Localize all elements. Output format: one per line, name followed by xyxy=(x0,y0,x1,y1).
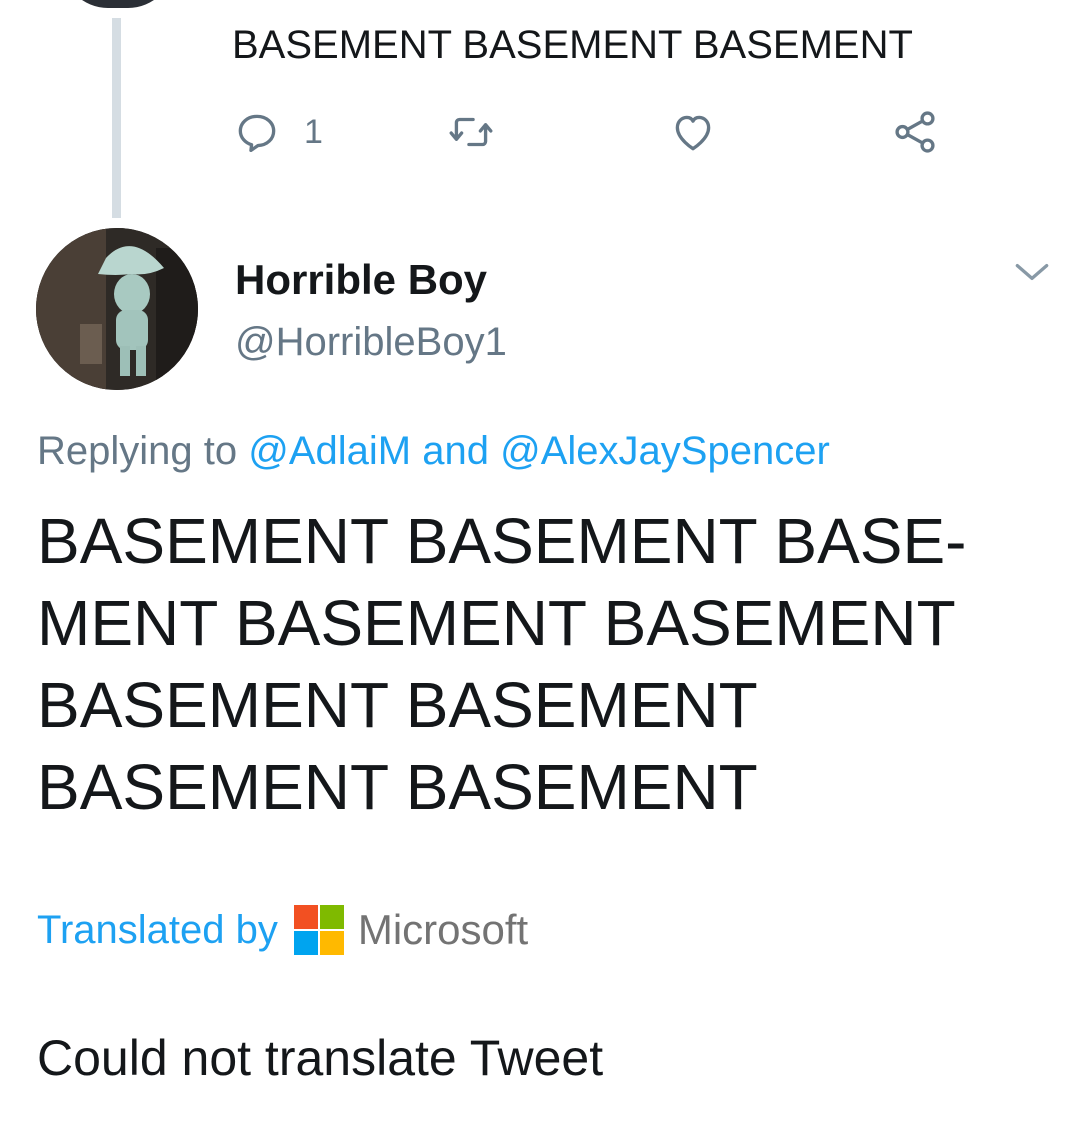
tweet-text-line: BASEMENT BASEMENT BASE- xyxy=(37,505,967,577)
user-handle[interactable]: @HorribleBoy1 xyxy=(235,316,507,368)
tweet-text: BASEMENT BASEMENT BASE- MENT BASEMENT BA… xyxy=(37,500,966,828)
reply-icon xyxy=(238,114,276,152)
logo-square-yellow xyxy=(319,931,344,955)
parent-tweet-actions: 1 xyxy=(232,104,952,160)
like-button[interactable] xyxy=(668,104,718,160)
reply-button[interactable]: 1 xyxy=(232,104,323,160)
avatar[interactable] xyxy=(36,228,198,390)
avatar-image xyxy=(36,228,198,390)
translation-provider: Microsoft xyxy=(357,906,529,953)
translated-by-label: Translated by xyxy=(37,907,278,952)
chevron-down-icon xyxy=(1015,263,1049,281)
translated-by[interactable]: Translated by Microsoft xyxy=(37,900,528,960)
microsoft-logo-icon xyxy=(293,905,344,955)
share-icon xyxy=(895,111,935,153)
parent-tweet-text: BASEMENT BASEMENT BASEMENT xyxy=(232,23,913,67)
share-button[interactable] xyxy=(890,104,940,160)
tweet-text-line: BASEMENT BASEMENT xyxy=(37,669,758,741)
parent-avatar[interactable] xyxy=(62,0,174,8)
logo-square-green xyxy=(319,905,344,929)
thread-connector-line xyxy=(112,18,121,218)
display-name[interactable]: Horrible Boy xyxy=(235,254,487,306)
logo-square-blue xyxy=(293,931,318,955)
tweet-menu-button[interactable] xyxy=(1010,250,1054,294)
retweet-button[interactable] xyxy=(446,104,496,160)
reply-count: 1 xyxy=(304,112,323,151)
heart-icon xyxy=(675,115,711,151)
mention-link-2[interactable]: @AlexJaySpencer xyxy=(500,429,830,473)
logo-square-red xyxy=(293,905,318,929)
replying-to: Replying to @AdlaiM and @AlexJaySpencer xyxy=(37,424,830,478)
translation-error-message: Could not translate Tweet xyxy=(37,1030,604,1086)
tweet-text-line: MENT BASEMENT BASEMENT xyxy=(37,587,956,659)
mention-link-1[interactable]: @AdlaiM xyxy=(248,429,411,473)
replying-and[interactable]: and xyxy=(422,429,489,473)
retweet-icon xyxy=(449,117,493,147)
replying-prefix: Replying to xyxy=(37,429,238,473)
tweet-text-line: BASEMENT BASEMENT xyxy=(37,751,758,823)
